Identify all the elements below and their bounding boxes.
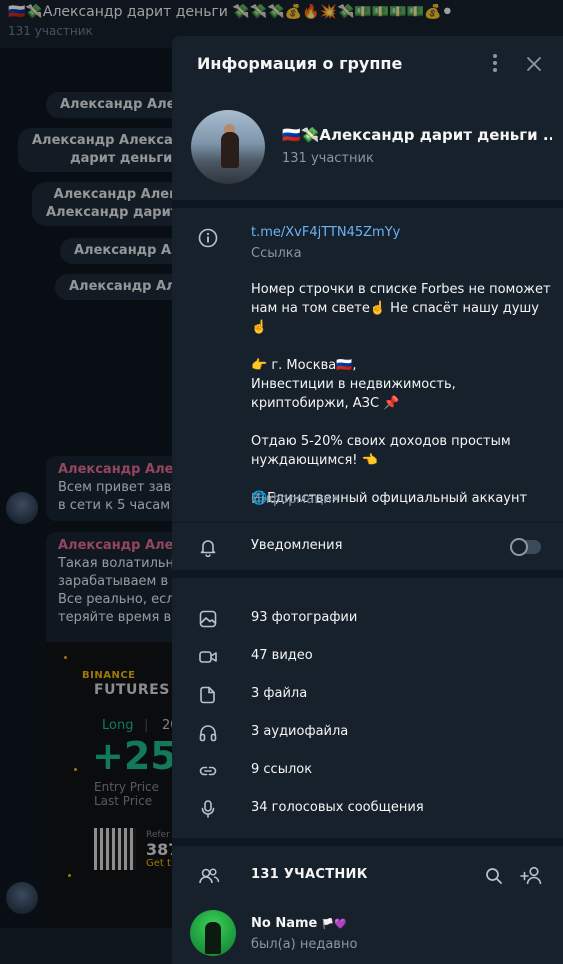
group-description: Номер строчки в списке Forbes не поможет… xyxy=(251,282,551,506)
media-row-voice[interactable]: 34 голосовых сообщения xyxy=(172,790,563,828)
group-info-panel: Информация о группе 🇷🇺💸Александр дарит д… xyxy=(172,36,563,964)
add-member-icon[interactable] xyxy=(520,865,544,891)
group-profile: 🇷🇺💸Александр дарит деньги ... 131 участн… xyxy=(172,92,563,200)
members-header: 131 УЧАСТНИК xyxy=(172,854,563,898)
members-icon xyxy=(198,866,220,890)
member-list-item[interactable]: No Name 🏳️💜 был(а) недавно xyxy=(172,906,563,964)
member-avatar[interactable] xyxy=(190,910,236,956)
info-section: t.me/XvF4jTTN45ZmYy Ссылка Номер строчки… xyxy=(172,208,563,522)
member-name: No Name 🏳️💜 xyxy=(251,916,347,931)
section-divider xyxy=(172,200,563,208)
photo-icon xyxy=(198,609,218,633)
video-icon xyxy=(198,647,218,671)
group-link[interactable]: t.me/XvF4jTTN45ZmYy xyxy=(251,225,400,240)
media-label: 3 файла xyxy=(251,686,308,701)
notifications-row[interactable]: Уведомления xyxy=(172,522,563,570)
link-icon xyxy=(198,761,218,785)
media-row-photos[interactable]: 93 фотографии xyxy=(172,600,563,638)
info-icon xyxy=(198,228,218,248)
section-divider xyxy=(172,838,563,846)
media-row-videos[interactable]: 47 видео xyxy=(172,638,563,676)
panel-title: Информация о группе xyxy=(197,54,403,73)
media-row-audio[interactable]: 3 аудиофайла xyxy=(172,714,563,752)
media-label: 9 ссылок xyxy=(251,762,313,777)
headphones-icon xyxy=(198,723,218,747)
more-options-icon[interactable] xyxy=(486,54,504,74)
microphone-icon xyxy=(198,799,218,823)
member-name-text: No Name xyxy=(251,916,318,931)
notifications-toggle[interactable] xyxy=(510,538,541,556)
media-label: 34 голосовых сообщения xyxy=(251,800,424,815)
search-icon[interactable] xyxy=(484,866,504,890)
notifications-label: Уведомления xyxy=(251,538,343,553)
link-label: Ссылка xyxy=(251,246,302,261)
description-label: Информация xyxy=(251,492,340,507)
member-badge: 🏳️💜 xyxy=(321,919,347,930)
members-title: 131 УЧАСТНИК xyxy=(251,867,368,882)
panel-header: Информация о группе xyxy=(172,36,563,92)
avatar-figure-body xyxy=(221,132,239,168)
group-name: 🇷🇺💸Александр дарит деньги ... xyxy=(282,126,552,144)
section-divider xyxy=(172,570,563,578)
member-status: был(а) недавно xyxy=(251,937,358,952)
shared-media-list: 93 фотографии 47 видео 3 файла 3 аудиофа… xyxy=(172,600,563,828)
group-member-count: 131 участник xyxy=(282,151,374,166)
media-label: 93 фотографии xyxy=(251,610,358,625)
media-row-links[interactable]: 9 ссылок xyxy=(172,752,563,790)
media-row-files[interactable]: 3 файла xyxy=(172,676,563,714)
close-icon[interactable] xyxy=(524,54,544,74)
media-label: 3 аудиофайла xyxy=(251,724,349,739)
group-avatar[interactable] xyxy=(191,110,265,184)
file-icon xyxy=(198,685,218,709)
media-label: 47 видео xyxy=(251,648,313,663)
bell-icon xyxy=(198,537,218,561)
